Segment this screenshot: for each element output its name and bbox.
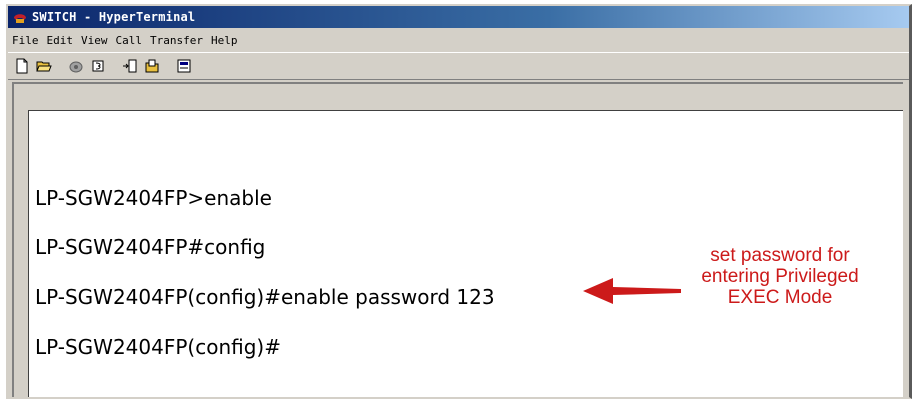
menu-edit[interactable]: Edit: [47, 34, 74, 47]
window-title: SWITCH - HyperTerminal: [32, 10, 196, 24]
callout-annotation: set password for entering Privileged EXE…: [660, 245, 900, 308]
terminal-line: LP-SGW2404FP>enable: [35, 186, 272, 210]
disconnect-icon[interactable]: [88, 56, 108, 76]
toolbar: [8, 52, 909, 80]
open-icon[interactable]: [34, 56, 54, 76]
send-icon[interactable]: [120, 56, 140, 76]
annotation-line: EXEC Mode: [727, 287, 833, 308]
terminal-line: LP-SGW2404FP#config: [35, 235, 266, 259]
new-icon[interactable]: [12, 56, 32, 76]
menu-view[interactable]: View: [81, 34, 108, 47]
annotation-line: set password for: [710, 245, 850, 266]
properties-icon[interactable]: [174, 56, 194, 76]
terminal-line: LP-SGW2404FP(config)#enable password 123: [35, 285, 495, 309]
menu-bar: File Edit View Call Transfer Help: [8, 30, 909, 50]
hyperterminal-phone-icon[interactable]: [12, 9, 28, 25]
hyperterminal-window: SWITCH - HyperTerminal File Edit View Ca…: [6, 4, 912, 399]
menu-call[interactable]: Call: [116, 34, 143, 47]
annotation-line: entering Privileged: [701, 266, 859, 287]
menu-help[interactable]: Help: [211, 34, 238, 47]
title-bar[interactable]: SWITCH - HyperTerminal: [8, 6, 909, 28]
terminal-line: LP-SGW2404FP(config)#: [35, 335, 281, 359]
menu-transfer[interactable]: Transfer: [150, 34, 203, 47]
terminal-frame: LP-SGW2404FP>enable LP-SGW2404FP#config …: [12, 82, 903, 397]
menu-file[interactable]: File: [12, 34, 39, 47]
dial-icon[interactable]: [66, 56, 86, 76]
receive-icon[interactable]: [142, 56, 162, 76]
